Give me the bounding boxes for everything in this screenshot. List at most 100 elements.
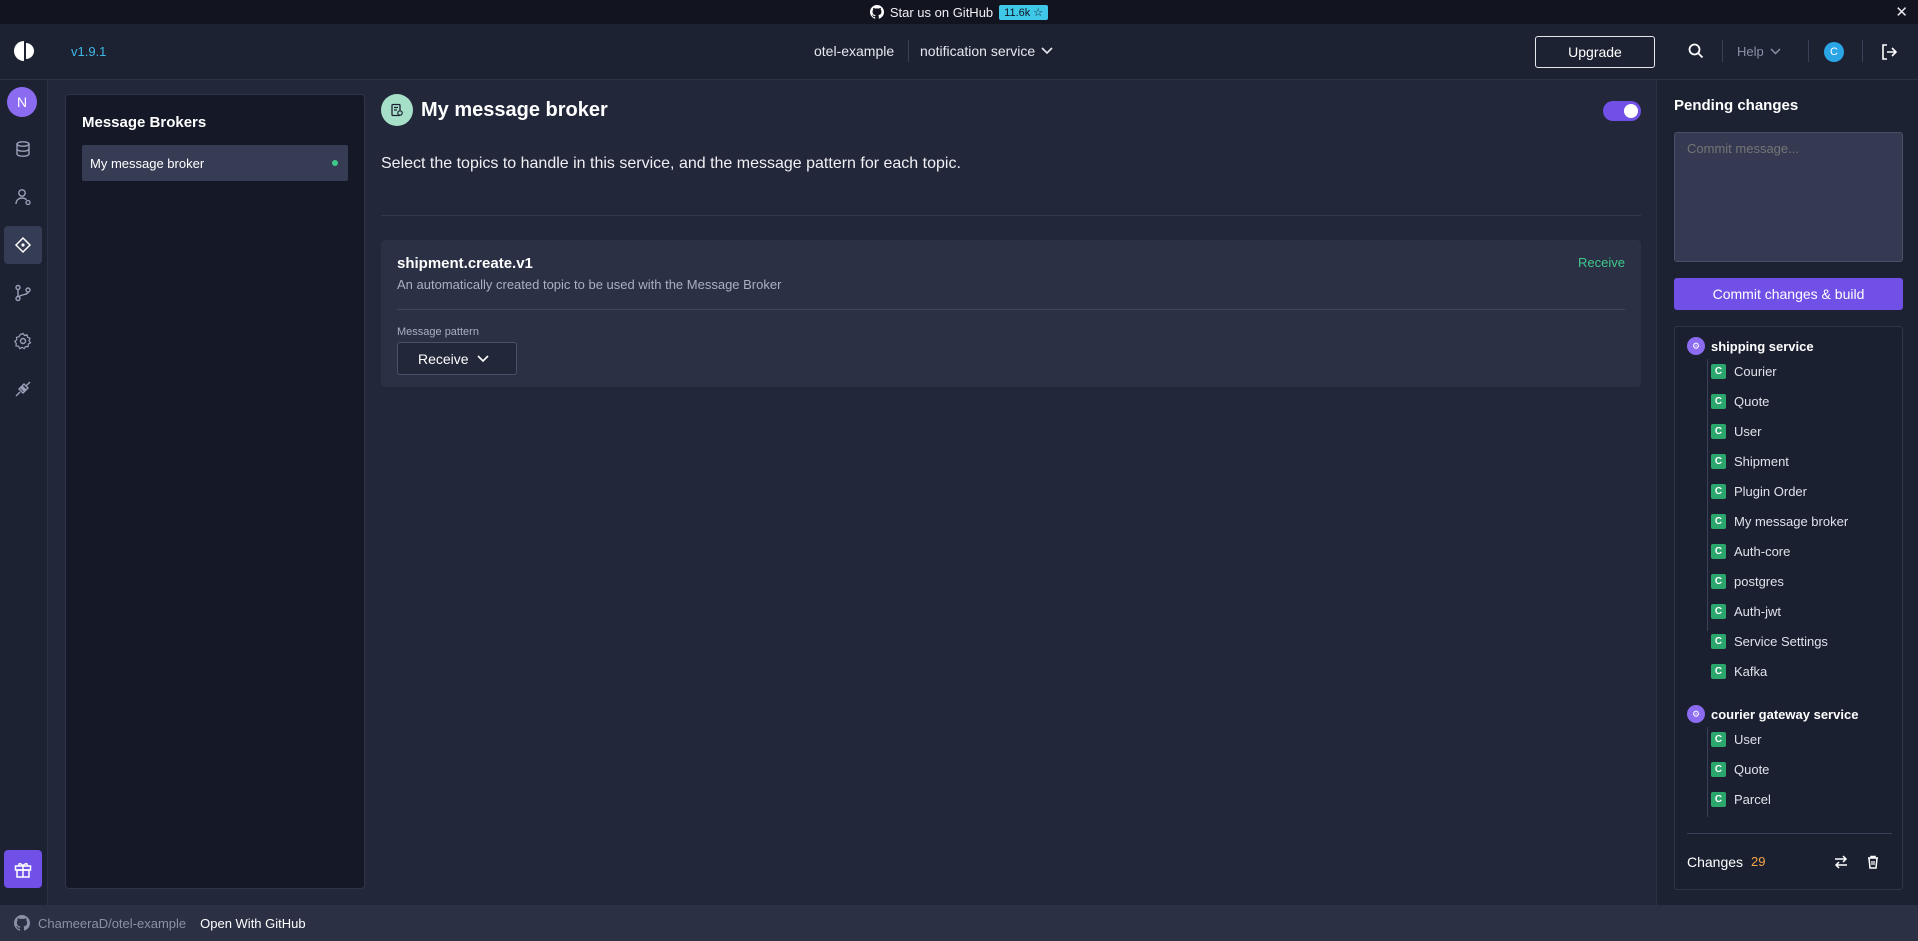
change-type-badge: C (1711, 792, 1726, 807)
message-pattern-select[interactable]: Receive (397, 342, 517, 375)
change-type-badge: C (1711, 544, 1726, 559)
enable-toggle[interactable] (1603, 101, 1641, 121)
change-item[interactable]: Cpostgres (1711, 574, 1784, 589)
compare-icon[interactable] (1833, 854, 1849, 870)
change-item[interactable]: C Auth-core (1711, 544, 1790, 559)
divider (1687, 833, 1892, 834)
repo-name[interactable]: ChameeraD/otel-example (38, 916, 186, 931)
change-item[interactable]: C User (1711, 424, 1761, 439)
search-icon[interactable] (1687, 42, 1705, 60)
chevron-down-icon (477, 354, 489, 362)
change-type-badge: C (1711, 394, 1726, 409)
help-label: Help (1737, 44, 1764, 59)
service-name: notification service (920, 43, 1036, 59)
change-type-badge: C (1711, 574, 1726, 589)
logout-icon[interactable] (1880, 43, 1898, 61)
message-broker-icon (381, 94, 413, 126)
change-type-badge: C (1711, 732, 1726, 747)
project-name[interactable]: otel-example (814, 43, 894, 59)
panel-title: Message Brokers (82, 114, 207, 131)
change-item[interactable]: C User (1711, 732, 1761, 747)
topic-name: shipment.create.v1 (397, 255, 533, 272)
change-item[interactable]: C My message broker (1711, 514, 1848, 529)
close-icon[interactable]: ✕ (1895, 3, 1908, 21)
page-title: My message broker (421, 99, 608, 121)
divider (381, 215, 1641, 216)
commit-build-button[interactable]: Commit changes & build (1674, 278, 1903, 310)
github-banner[interactable]: Star us on GitHub 11.6k ☆ ✕ (0, 0, 1918, 24)
gift-icon[interactable] (4, 850, 42, 888)
change-label: Auth-jwt (1734, 604, 1781, 619)
open-with-github-link[interactable]: Open With GitHub (200, 916, 306, 931)
service-name: shipping service (1711, 338, 1814, 354)
change-label: User (1734, 732, 1762, 747)
upgrade-button[interactable]: Upgrade (1535, 36, 1655, 68)
change-label: Quote (1734, 762, 1770, 777)
page-description: Select the topics to handle in this serv… (381, 155, 961, 172)
change-item[interactable]: C Parcel (1711, 792, 1771, 807)
tree-line (1707, 359, 1708, 631)
divider (1722, 40, 1723, 62)
github-icon (14, 915, 30, 931)
footer-bar: ChameeraD/otel-example Open With GitHub (0, 905, 1918, 941)
changes-label: Changes (1687, 854, 1744, 870)
trash-icon[interactable] (1865, 854, 1881, 870)
database-icon[interactable] (4, 130, 42, 168)
change-label: Parcel (1734, 792, 1771, 807)
chevron-down-icon (1041, 47, 1053, 55)
divider (1808, 40, 1809, 62)
toggle-knob (1624, 104, 1638, 118)
service-icon: ⚙ (1687, 337, 1705, 355)
change-item[interactable]: C Quote (1711, 762, 1769, 777)
divider (908, 40, 909, 62)
changes-count: 29 (1751, 854, 1766, 869)
change-item[interactable]: C Quote (1711, 394, 1769, 409)
change-type-badge: C (1711, 604, 1726, 619)
service-group-header[interactable]: ⚙ courier gateway service (1687, 705, 1858, 723)
user-settings-icon[interactable] (4, 178, 42, 216)
user-avatar[interactable]: C (1824, 42, 1844, 62)
status-dot (332, 160, 338, 166)
banner-text[interactable]: Star us on GitHub (890, 5, 993, 20)
change-label: Quote (1734, 394, 1770, 409)
tree-line (1707, 727, 1708, 817)
change-item[interactable]: C Service Settings (1711, 634, 1828, 649)
change-item[interactable]: C Shipment (1711, 454, 1789, 469)
git-branch-icon[interactable] (4, 274, 42, 312)
broker-list-item[interactable]: My message broker (82, 145, 348, 181)
divider (397, 309, 1625, 310)
change-item[interactable]: C Plugin Order (1711, 484, 1807, 499)
message-broker-icon[interactable] (4, 226, 42, 264)
workspace-avatar[interactable]: N (7, 87, 37, 117)
change-label: postgres (1734, 574, 1784, 589)
gear-icon[interactable] (4, 322, 42, 360)
change-label: Service Settings (1734, 634, 1828, 649)
divider (1862, 40, 1863, 62)
change-label: User (1734, 424, 1762, 439)
service-name: courier gateway service (1711, 706, 1859, 722)
change-item[interactable]: C Auth-jwt (1711, 604, 1781, 619)
app-logo-icon[interactable] (13, 40, 35, 62)
pattern-value: Receive (418, 350, 469, 367)
change-type-badge: C (1711, 514, 1726, 529)
change-label: Auth-core (1734, 544, 1791, 559)
commit-message-input[interactable] (1674, 132, 1903, 262)
service-group-header[interactable]: ⚙ shipping service (1687, 337, 1814, 355)
main-sidebar: N (0, 80, 48, 905)
change-label: Kafka (1734, 664, 1768, 679)
change-type-badge: C (1711, 762, 1726, 777)
change-item[interactable]: C Kafka (1711, 664, 1767, 679)
version-label[interactable]: v1.9.1 (71, 44, 106, 59)
change-type-badge: C (1711, 484, 1726, 499)
service-selector[interactable]: notification service (920, 43, 1053, 59)
change-label: Courier (1734, 364, 1777, 379)
help-menu[interactable]: Help (1737, 44, 1781, 59)
plugin-icon[interactable] (4, 370, 42, 408)
change-type-badge: C (1711, 424, 1726, 439)
change-item[interactable]: C Courier (1711, 364, 1777, 379)
pending-changes-panel: Pending changes Commit changes & build ⚙… (1656, 80, 1918, 905)
change-type-badge: C (1711, 634, 1726, 649)
star-count-badge[interactable]: 11.6k ☆ (999, 4, 1049, 20)
chevron-down-icon (1770, 48, 1781, 55)
change-type-badge: C (1711, 364, 1726, 379)
